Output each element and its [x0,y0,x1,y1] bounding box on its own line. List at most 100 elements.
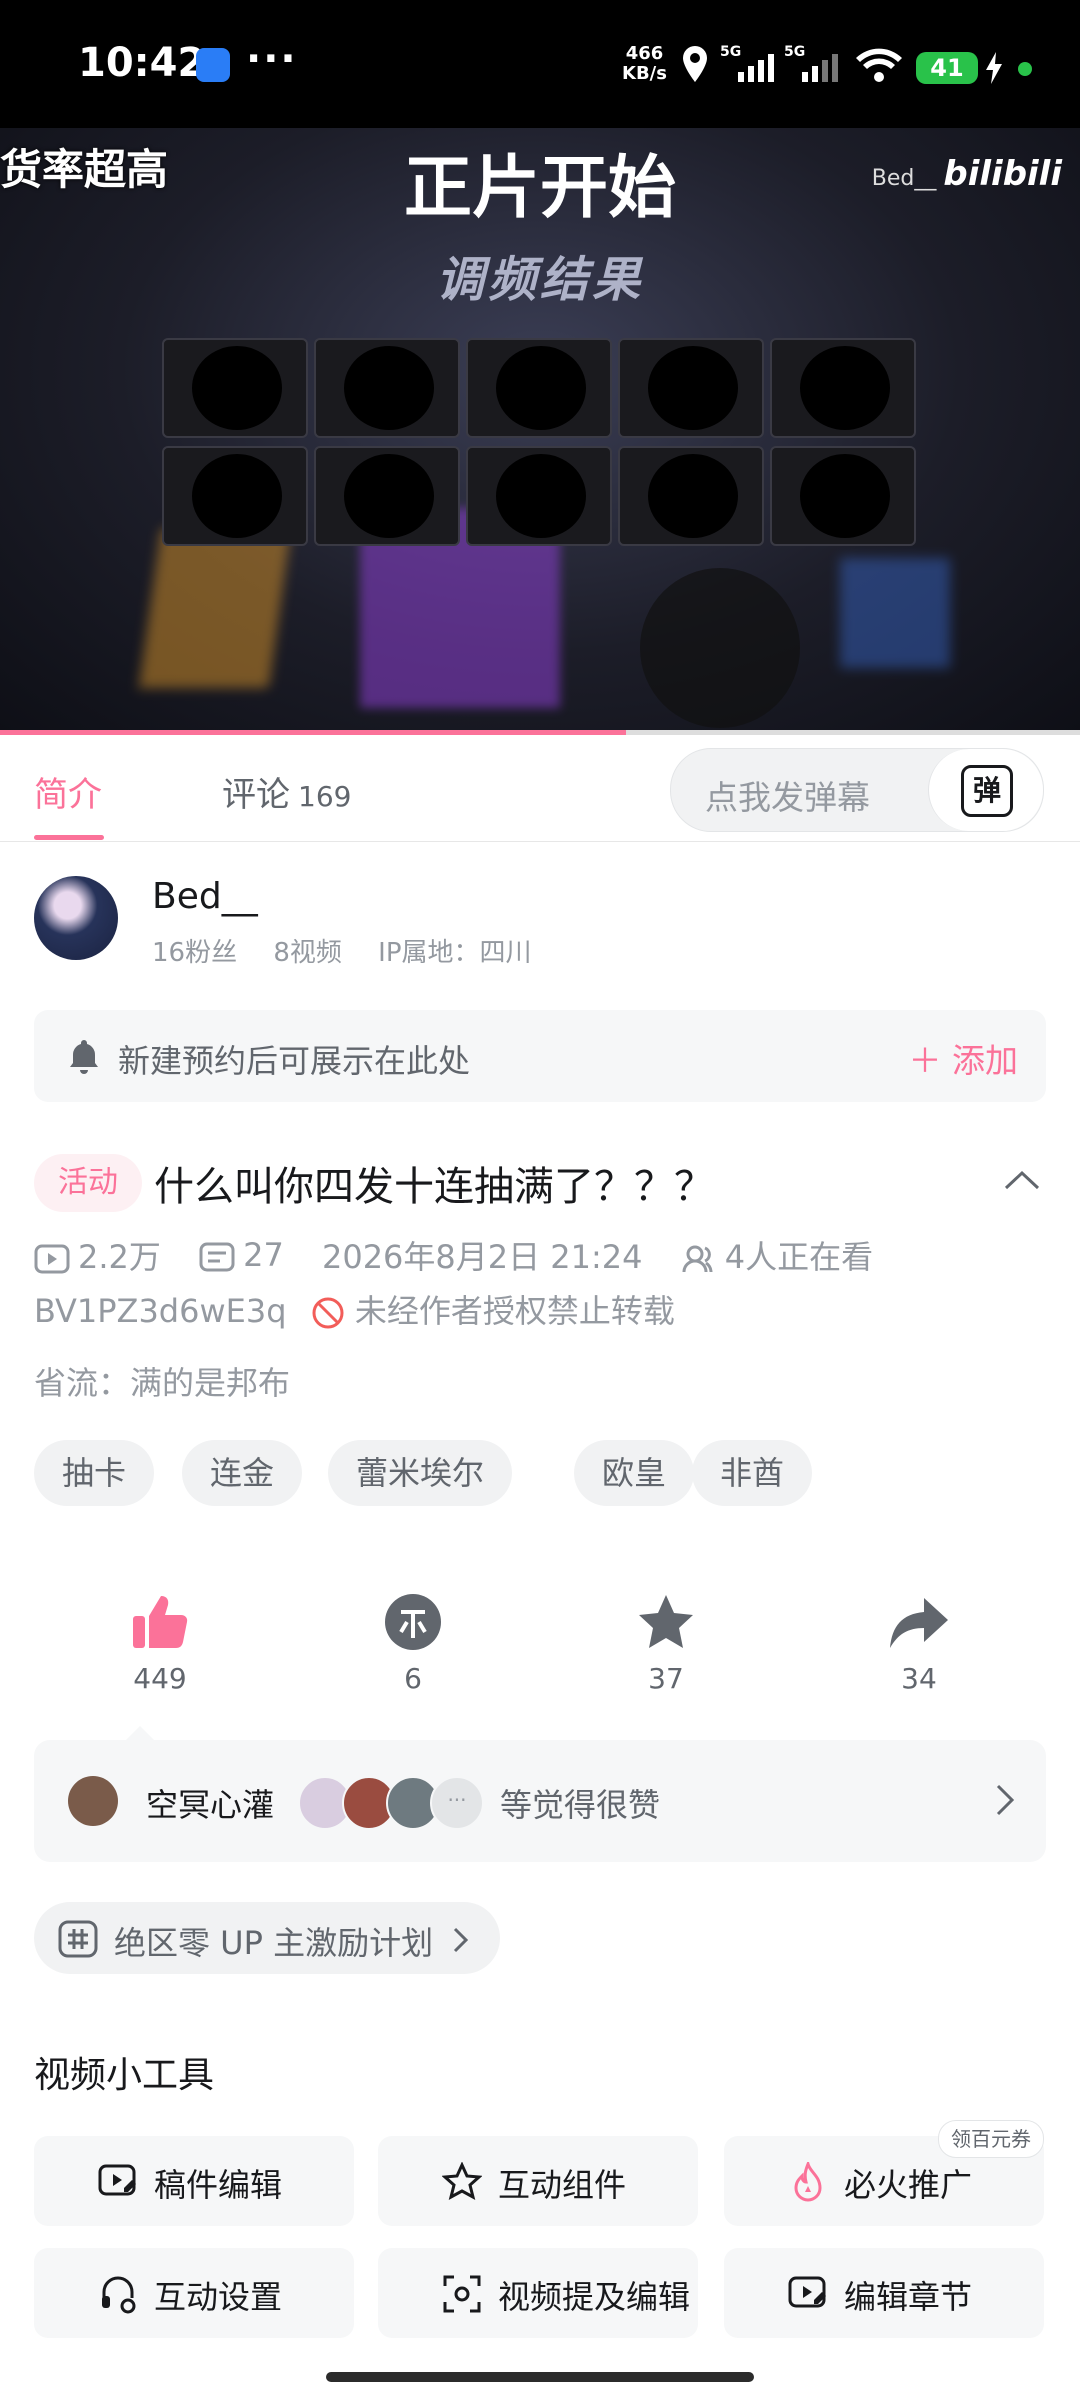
mention-scan-icon [443,2275,481,2313]
headset-icon [102,2276,136,2314]
tool-edit-chapters[interactable]: 编辑章节 [724,2248,1044,2338]
add-reservation-button[interactable]: ＋ 添加 [909,1034,1019,1082]
privacy-dot [1018,62,1032,76]
incentive-plan-text: 绝区零 UP 主激励计划 [114,1924,434,1962]
video-stats: 2.2万 27 2026年8月2日 21:24 4人正在看 [34,1232,901,1278]
danmaku-input[interactable]: 点我发弹幕 弹 [670,748,1044,832]
thumbs-up-icon [133,1596,188,1648]
likers-text: 等觉得很赞 [500,1786,661,1824]
result-cell [162,446,308,546]
tool-interactive-widget[interactable]: 互动组件 [378,2136,698,2226]
video-description: 省流：满的是邦布 [34,1364,291,1402]
tool-video-mention-edit[interactable]: 视频提及编辑 [378,2248,698,2338]
reservation-text: 新建预约后可展示在此处 [118,1042,471,1080]
status-bar: 10:42 ··· 466 KB/s 5G 5G 41 [0,0,1080,128]
share-button[interactable]: 34 [859,1592,979,1695]
result-cell [618,338,764,438]
app-notification-icon [196,48,230,82]
tools-section-title: 视频小工具 [34,2055,215,2096]
active-tab-indicator [34,835,104,840]
play-count-icon [34,1244,70,1274]
coupon-badge: 领百元券 [938,2120,1044,2158]
tab-comments[interactable]: 评论 169 [222,767,351,816]
prohibited-icon [312,1297,344,1329]
chevron-right-icon [453,1927,469,1953]
uploader-fans: 16粉丝 [152,938,238,968]
signal-icon-1: 5G [720,44,774,82]
result-cell [770,338,916,438]
svg-text:5G: 5G [784,44,805,60]
coin-count: 6 [404,1662,422,1695]
activity-badge: 活动 [34,1154,142,1212]
no-repost-text: 未经作者授权禁止转载 [354,1292,675,1330]
clock: 10:42 [78,40,206,86]
chevron-up-icon[interactable] [1002,1168,1042,1192]
favorite-count: 37 [648,1662,684,1695]
like-count: 449 [133,1662,187,1695]
like-button[interactable]: 449 [100,1592,220,1695]
liker-name: 空冥心灌 [146,1786,275,1824]
comment-count: 169 [298,780,352,813]
video-bg-shape [138,528,292,688]
svg-text:5G: 5G [720,44,741,60]
video-frame-subtitle: 调频结果 [435,252,644,308]
viewers-icon [682,1245,713,1273]
danmaku-count: 27 [243,1236,284,1274]
bvid-line: BV1PZ3d6wE3q 未经作者授权禁止转载 [34,1286,675,1332]
bell-icon [70,1040,98,1074]
share-count: 34 [901,1662,937,1695]
signal-icon-2: 5G [784,44,838,82]
favorite-button[interactable]: 37 [606,1592,726,1695]
result-cell [314,338,460,438]
video-bg-speaker [640,568,800,728]
danmaku-toggle-button[interactable]: 弹 [928,749,1043,831]
more-likers-icon: ··· [430,1776,484,1830]
hashtag-icon [58,1920,98,1958]
battery-indicator: 41 [916,52,978,84]
view-count: 2.2万 [78,1238,161,1276]
video-watermark: Bed__ bilibili [871,154,1062,194]
result-cell [618,446,764,546]
chapter-edit-icon [788,2276,826,2308]
tag-chip[interactable]: 抽卡 [34,1440,155,1506]
incentive-plan-chip[interactable]: 绝区零 UP 主激励计划 [34,1902,500,1974]
result-cell [466,338,612,438]
video-title: 什么叫你四发十连抽满了？？？ [154,1164,714,1210]
danmaku-icon: 弹 [961,765,1013,817]
uploader-ip: IP属地：四川 [378,938,532,968]
publish-date: 2026年8月2日 21:24 [321,1238,643,1276]
tab-intro[interactable]: 简介 [34,767,102,816]
tag-chip[interactable]: 非酋 [692,1440,813,1506]
result-cell [770,446,916,546]
tag-chip[interactable]: 蕾米埃尔 [328,1440,513,1506]
home-indicator[interactable] [326,2372,754,2382]
reservation-banner: 新建预约后可展示在此处 ＋ 添加 [34,1010,1046,1102]
tag-chip[interactable]: 欧皇 [574,1440,695,1506]
more-notifications: ··· [246,36,298,82]
bvid[interactable]: BV1PZ3d6wE3q [34,1292,287,1330]
charging-icon [986,52,1002,84]
watching-count: 4人正在看 [724,1238,874,1276]
tool-edit-post[interactable]: 稿件编辑 [34,2136,354,2226]
coin-button[interactable]: 6 [353,1592,473,1695]
location-icon [683,46,707,82]
danmaku-count-icon [199,1242,235,1272]
uploader-videos: 8视频 [273,938,342,968]
uploader-meta: 16粉丝 8视频 IP属地：四川 [152,932,560,969]
uploader-name[interactable]: Bed__ [152,876,258,917]
result-grid [162,338,922,546]
result-cell [314,446,460,546]
video-player[interactable]: 货率超高 正片开始 调频结果 Bed__ bilibili [0,128,1080,733]
tool-interaction-settings[interactable]: 互动设置 [34,2248,354,2338]
result-cell [466,446,612,546]
uploader-avatar[interactable] [34,876,118,960]
wifi-icon [856,48,902,82]
coin-icon [385,1594,441,1650]
network-speed: 466 KB/s [622,43,667,84]
likers-row[interactable]: 空冥心灌 ··· 等觉得很赞 [34,1726,1046,1862]
video-bg-shape [840,558,950,668]
tag-chip[interactable]: 连金 [182,1440,303,1506]
fire-icon [794,2162,822,2202]
result-cell [162,338,308,438]
star-icon [639,1595,693,1648]
